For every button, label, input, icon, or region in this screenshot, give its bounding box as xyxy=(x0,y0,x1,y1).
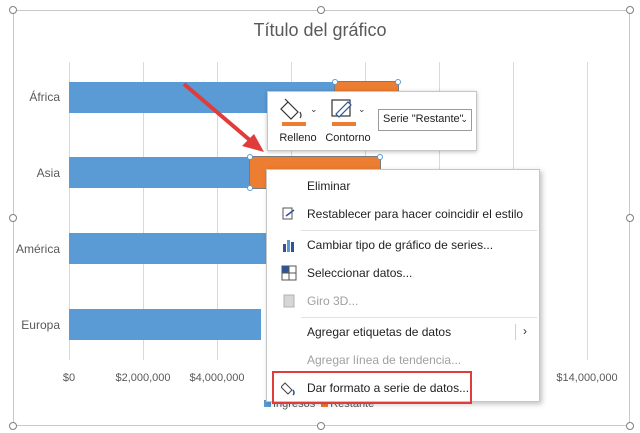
category-label: América xyxy=(15,242,60,256)
resize-handle-tl[interactable] xyxy=(9,6,17,14)
resize-handle-mr[interactable] xyxy=(626,214,634,222)
x-tick-label: $14,000,000 xyxy=(556,372,618,384)
select-data-icon xyxy=(281,265,297,281)
menu-item-giro-3d: Giro 3D... xyxy=(267,289,539,313)
menu-item-label: Restablecer para hacer coincidir el esti… xyxy=(307,207,524,221)
category-label: Asia xyxy=(36,166,60,180)
gridline xyxy=(587,62,588,360)
category-label: África xyxy=(29,90,60,104)
series-select[interactable]: Serie "Restante" ⌄ xyxy=(378,109,472,131)
chevron-right-icon: › xyxy=(523,324,527,338)
menu-separator xyxy=(301,230,537,231)
category-label: Europa xyxy=(21,318,60,332)
resize-handle-ml[interactable] xyxy=(9,214,17,222)
menu-item-label: Cambiar tipo de gráfico de series... xyxy=(307,238,494,252)
outline-button[interactable]: ⌄ Contorno xyxy=(324,96,372,148)
annotation-arrow-icon xyxy=(182,82,264,152)
menu-item-label: Seleccionar datos... xyxy=(307,266,413,280)
chart-title[interactable]: Título del gráfico xyxy=(0,20,640,41)
svg-text:⌄: ⌄ xyxy=(358,105,366,115)
resize-handle-tr[interactable] xyxy=(626,6,634,14)
x-tick-label: $2,000,000 xyxy=(115,372,171,384)
chart-type-icon xyxy=(283,240,294,252)
reset-style-icon xyxy=(282,207,295,220)
fill-label: Relleno xyxy=(279,132,317,144)
menu-item-cambiar-tipo[interactable]: Cambiar tipo de gráfico de series... xyxy=(267,233,539,257)
menu-item-agregar-tendencia: Agregar línea de tendencia... xyxy=(267,348,539,372)
mini-toolbar: ⌄ Relleno ⌄ Contorno Serie "Restante" ⌄ xyxy=(267,91,477,151)
series-select-value: Serie "Restante" xyxy=(383,113,464,125)
resize-handle-tc[interactable] xyxy=(317,6,325,14)
menu-item-agregar-etiquetas[interactable]: Agregar etiquetas de datos › xyxy=(267,320,539,344)
fill-button[interactable]: ⌄ Relleno xyxy=(274,96,322,148)
submenu-separator xyxy=(515,324,516,340)
x-tick-label: $0 xyxy=(62,372,76,384)
menu-item-label: Agregar etiquetas de datos xyxy=(307,325,452,339)
resize-handle-bl[interactable] xyxy=(9,422,17,430)
menu-item-label: Agregar línea de tendencia... xyxy=(307,353,462,367)
bar-ingresos-europa[interactable] xyxy=(69,309,262,340)
outline-label: Contorno xyxy=(325,132,371,144)
svg-text:⌄: ⌄ xyxy=(310,105,318,115)
highlight-box xyxy=(272,371,472,404)
resize-handle-br[interactable] xyxy=(626,422,634,430)
menu-item-seleccionar-datos[interactable]: Seleccionar datos... xyxy=(267,261,539,285)
menu-separator xyxy=(301,317,537,318)
x-tick-label: $4,000,000 xyxy=(189,372,245,384)
menu-item-label: Eliminar xyxy=(307,179,351,193)
context-menu: Eliminar Restablecer para hacer coincidi… xyxy=(266,169,540,402)
chevron-down-icon: ⌄ xyxy=(460,114,468,124)
menu-item-eliminar[interactable]: Eliminar xyxy=(267,174,539,198)
series-selection-point xyxy=(376,154,383,160)
resize-handle-bc[interactable] xyxy=(317,422,325,430)
menu-item-restablecer[interactable]: Restablecer para hacer coincidir el esti… xyxy=(267,202,539,226)
rotation-3d-icon xyxy=(283,294,295,308)
menu-item-label: Giro 3D... xyxy=(307,294,359,308)
bar-ingresos-asia[interactable] xyxy=(69,157,251,188)
